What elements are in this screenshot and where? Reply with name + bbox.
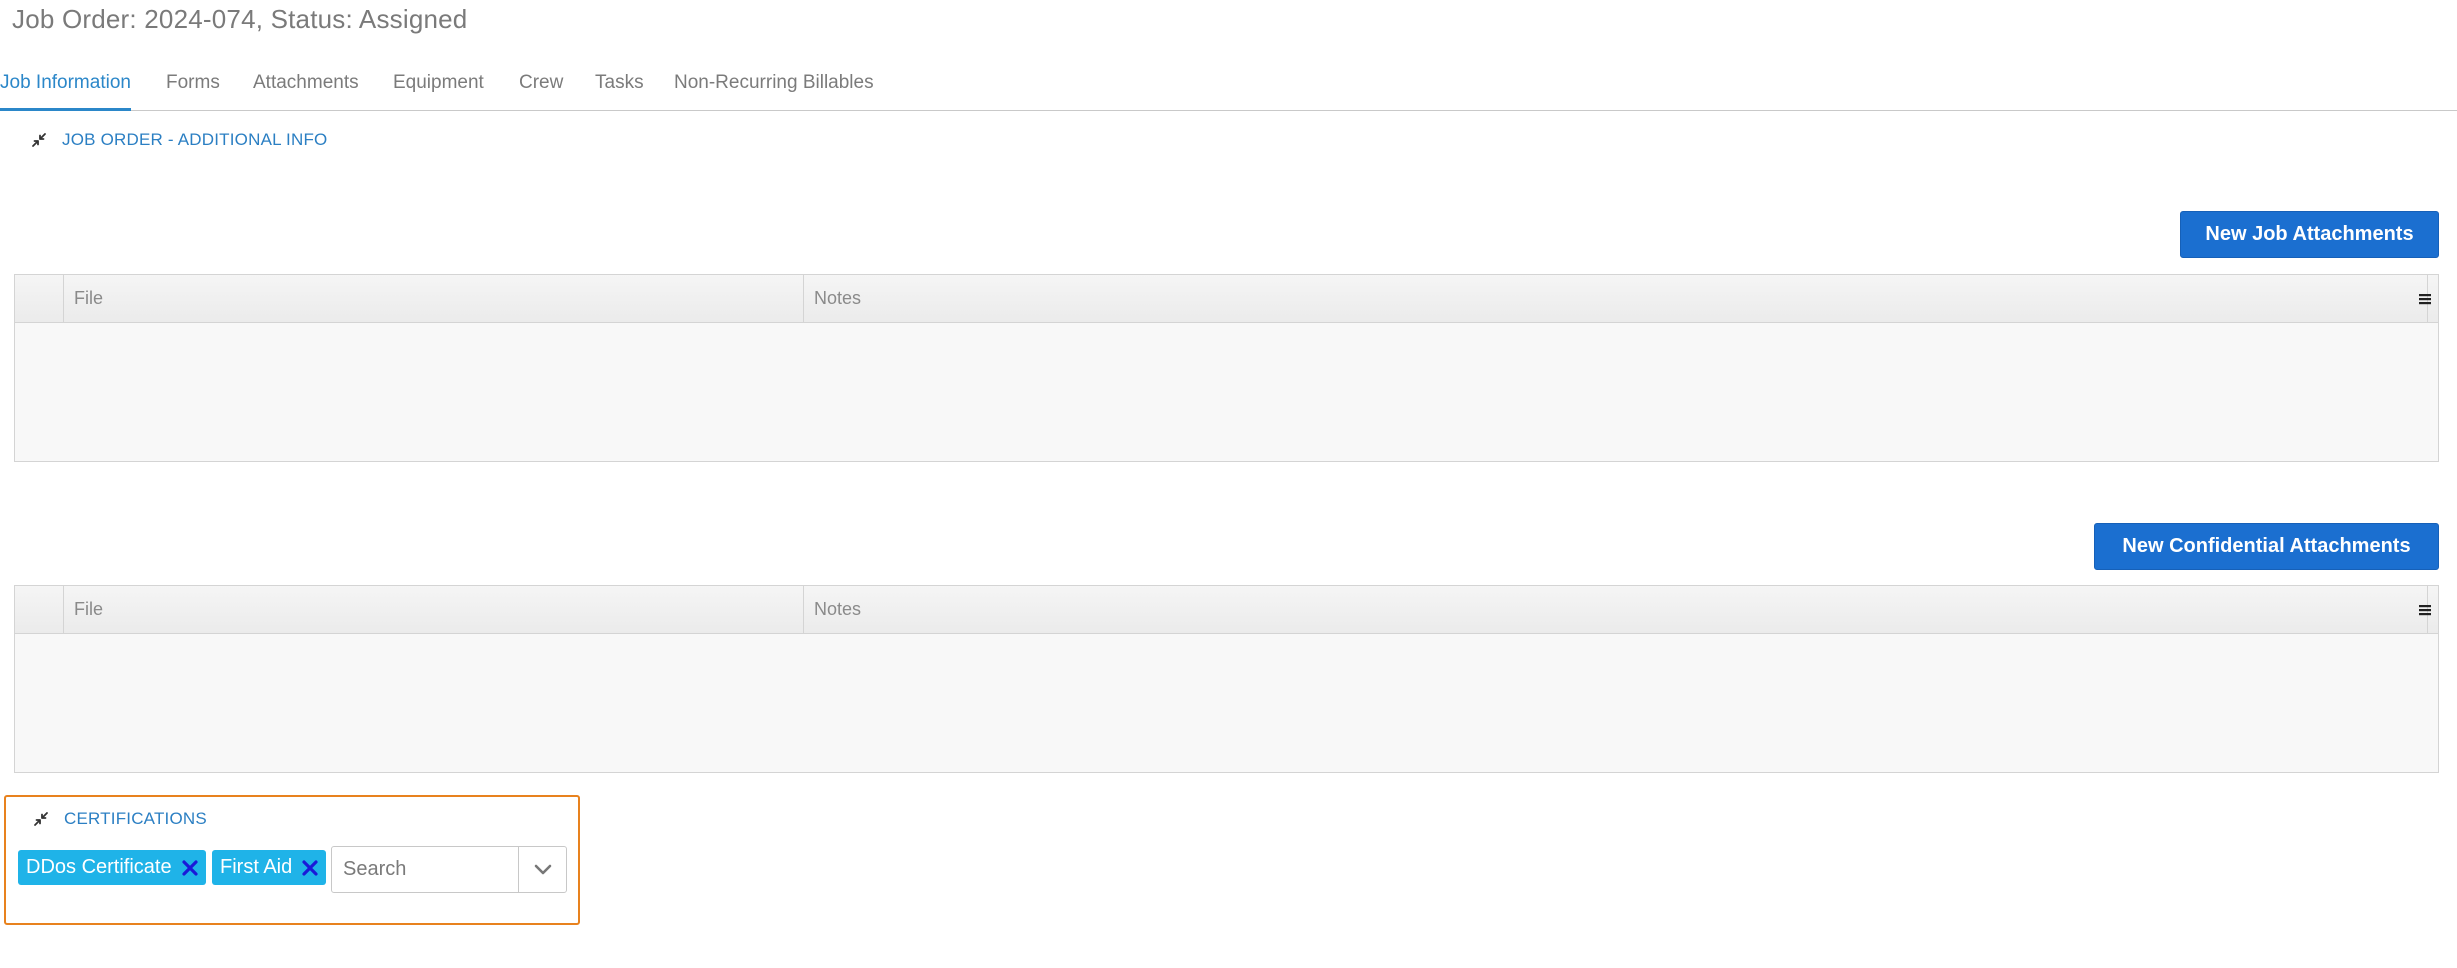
column-header-file[interactable]: File — [64, 586, 804, 633]
grid-body — [15, 323, 2438, 461]
dropdown-toggle[interactable] — [518, 847, 566, 892]
tab-attachments[interactable]: Attachments — [253, 72, 359, 111]
new-job-attachments-button[interactable]: New Job Attachments — [2180, 211, 2439, 258]
grid-select-column — [15, 275, 64, 322]
tab-crew[interactable]: Crew — [519, 72, 563, 111]
remove-tag-icon[interactable] — [300, 858, 320, 878]
column-header-notes[interactable]: Notes — [804, 275, 2428, 322]
section-header-certifications[interactable]: CERTIFICATIONS — [33, 809, 207, 829]
tab-forms[interactable]: Forms — [166, 72, 220, 111]
grid-body — [15, 634, 2438, 772]
remove-tag-icon[interactable] — [180, 858, 200, 878]
section-title-certifications: CERTIFICATIONS — [64, 809, 207, 828]
page: Job Order: 2024-074, Status: Assigned Jo… — [0, 0, 2457, 968]
certifications-panel: CERTIFICATIONS DDos Certificate First Ai… — [4, 795, 580, 925]
collapse-icon[interactable] — [31, 132, 47, 148]
tab-non-recurring-billables[interactable]: Non-Recurring Billables — [674, 72, 874, 111]
job-attachments-grid: File Notes — [14, 274, 2439, 462]
tab-tasks[interactable]: Tasks — [595, 72, 644, 111]
search-input[interactable] — [332, 847, 512, 892]
chevron-down-icon — [534, 864, 551, 874]
certification-search — [331, 846, 567, 893]
tab-bar: Job Information Forms Attachments Equipm… — [0, 64, 2457, 111]
tag-label: DDos Certificate — [26, 856, 172, 878]
grid-select-column — [15, 586, 64, 633]
tag-label: First Aid — [220, 856, 293, 878]
column-menu-icon[interactable] — [2412, 586, 2438, 633]
tab-equipment[interactable]: Equipment — [393, 72, 484, 111]
collapse-icon[interactable] — [33, 811, 49, 827]
new-confidential-attachments-button[interactable]: New Confidential Attachments — [2094, 523, 2439, 570]
certification-tag: First Aid — [212, 850, 327, 885]
column-menu-icon[interactable] — [2412, 275, 2438, 322]
certification-tag: DDos Certificate — [18, 850, 206, 885]
grid-header: File Notes — [15, 275, 2438, 323]
section-title-additional-info: JOB ORDER - ADDITIONAL INFO — [62, 130, 328, 149]
page-title: Job Order: 2024-074, Status: Assigned — [12, 4, 468, 34]
column-header-notes[interactable]: Notes — [804, 586, 2428, 633]
tab-job-information[interactable]: Job Information — [0, 72, 131, 111]
confidential-attachments-grid: File Notes — [14, 585, 2439, 773]
grid-header: File Notes — [15, 586, 2438, 634]
section-header-additional-info[interactable]: JOB ORDER - ADDITIONAL INFO — [31, 130, 327, 150]
column-header-file[interactable]: File — [64, 275, 804, 322]
